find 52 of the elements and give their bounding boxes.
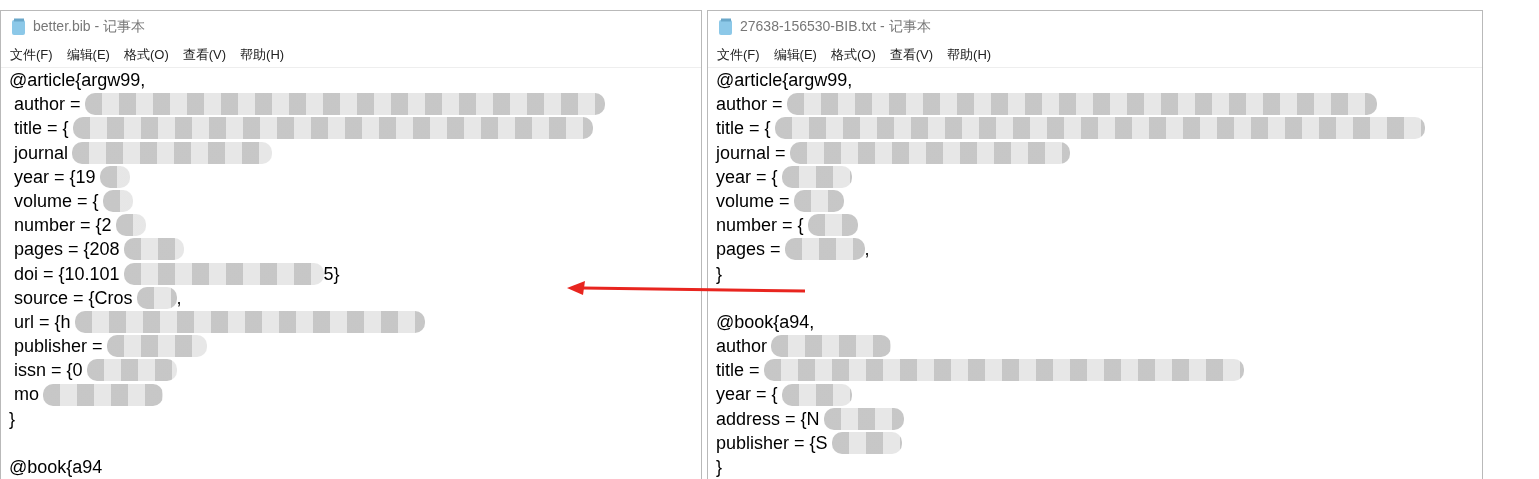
text-line: }	[716, 456, 722, 479]
text-line: @book{a94,	[716, 310, 815, 334]
text-line: }	[716, 262, 722, 286]
text-line: title = {	[716, 117, 771, 141]
menu-item[interactable]: 帮助(H)	[947, 46, 992, 64]
window-title: better.bib - 记事本	[33, 18, 146, 36]
text-line: @article{argw99,	[9, 69, 146, 92]
menu-item[interactable]: 查看(V)	[889, 46, 934, 64]
text-line: @article{argw99,	[716, 69, 853, 92]
text-line: source = {Cros	[13, 286, 133, 310]
text-line: number = {2	[13, 214, 112, 238]
window-title: 27638-156530-BIB.txt - 记事本	[740, 18, 931, 36]
menu-item[interactable]: 编辑(E)	[66, 46, 110, 64]
blurred-text	[102, 190, 133, 213]
blurred-text	[831, 431, 902, 454]
menu-item[interactable]: 查看(V)	[182, 46, 227, 64]
text-line: number = {	[716, 214, 804, 238]
menu-item[interactable]: 格式(O)	[123, 46, 169, 64]
text-line: year = {	[716, 383, 778, 407]
text-line: }	[9, 407, 15, 431]
text-line: pages = {208	[13, 238, 120, 262]
text-line: url = {h	[13, 310, 71, 334]
text-line: mo	[13, 383, 39, 407]
text-line: @book{a94	[9, 456, 103, 479]
notepad-icon	[11, 18, 27, 36]
notepad-icon	[718, 18, 734, 36]
text-line: title = {	[13, 117, 69, 141]
text-line: issn = {0	[13, 359, 83, 383]
text-line: author =	[13, 93, 81, 117]
text-line: 5}	[323, 262, 340, 286]
text-line: ,	[176, 286, 182, 310]
text-line: author =	[716, 93, 783, 117]
text-line: publisher =	[13, 335, 103, 359]
text-line: title =	[716, 359, 760, 383]
text-line: year = {	[716, 165, 778, 189]
menu-item[interactable]: 文件(F)	[10, 46, 53, 64]
text-line: pages =	[716, 238, 781, 262]
text-line: author	[716, 335, 768, 359]
text-line: volume = {	[13, 189, 99, 213]
text-line: journal	[12, 141, 69, 165]
blurred-text	[793, 190, 844, 213]
menu-item[interactable]: 编辑(E)	[773, 46, 817, 64]
text-line: journal =	[716, 141, 786, 165]
menu-item[interactable]: 格式(O)	[830, 46, 876, 64]
text-line: ,	[864, 238, 870, 262]
text-line: doi = {10.101	[13, 262, 120, 286]
menu-item[interactable]: 帮助(H)	[240, 46, 285, 64]
text-line: year = {19	[13, 165, 96, 189]
menu-item[interactable]: 文件(F)	[717, 46, 760, 64]
text-line: address = {N	[716, 407, 820, 431]
text-line: volume =	[716, 189, 790, 213]
text-line: publisher = {S	[716, 431, 828, 455]
